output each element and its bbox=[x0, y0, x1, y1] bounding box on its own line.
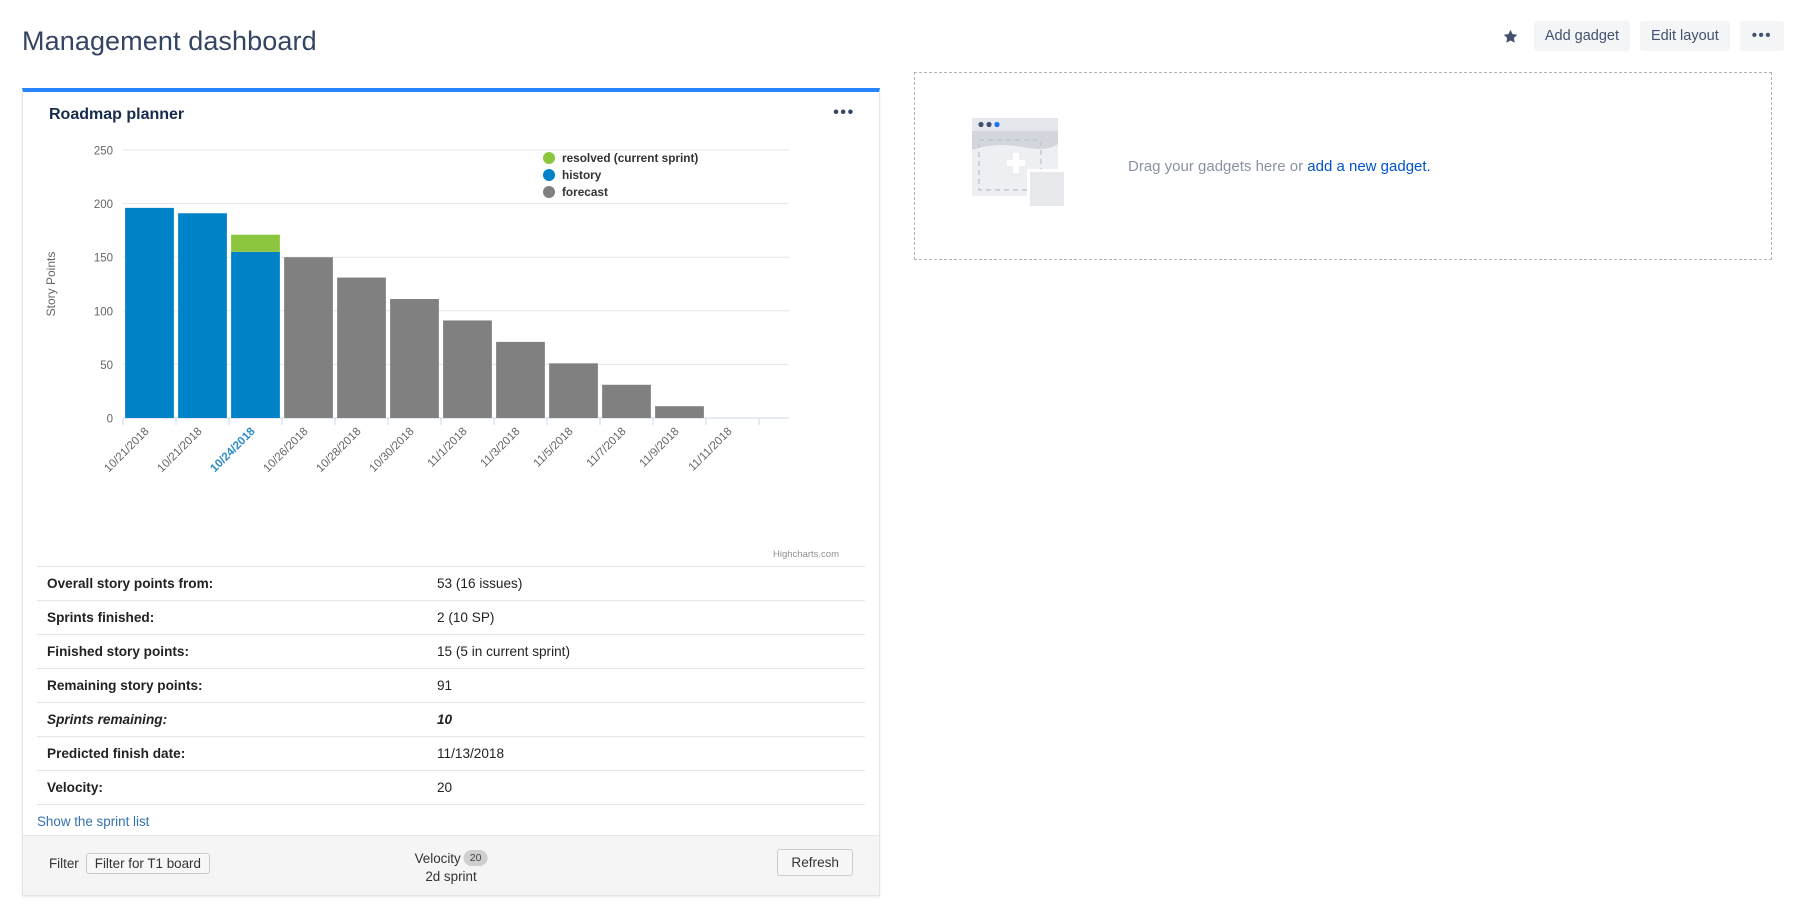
bar-forecast[interactable] bbox=[655, 406, 704, 418]
x-axis-tick-label: 11/11/2018 bbox=[687, 426, 735, 474]
stat-label: Sprints finished: bbox=[37, 601, 427, 635]
roadmap-planner-gadget: Roadmap planner ••• 0 50 100 150 200 250 Story… bbox=[22, 88, 880, 896]
highcharts-credit[interactable]: Highcharts.com bbox=[773, 549, 839, 560]
legend-label[interactable]: resolved (current sprint) bbox=[562, 151, 698, 165]
y-axis-tick-label: 50 bbox=[100, 360, 113, 372]
legend-label[interactable]: forecast bbox=[562, 185, 608, 199]
y-axis-tick-label: 200 bbox=[94, 199, 113, 211]
filter-group: Filter Filter for T1 board bbox=[49, 853, 210, 874]
star-icon[interactable] bbox=[1498, 23, 1524, 49]
bar-forecast[interactable] bbox=[284, 257, 333, 418]
stat-label: Finished story points: bbox=[37, 635, 427, 669]
dropzone-text: Drag your gadgets here or add a new gadg… bbox=[1128, 158, 1431, 175]
velocity-badge: 20 bbox=[464, 850, 488, 866]
x-axis-tick-label: 10/21/2018 bbox=[102, 426, 151, 475]
legend-swatch bbox=[543, 169, 555, 181]
header-actions: Add gadget Edit layout ••• bbox=[1498, 21, 1784, 51]
stat-value: 10 bbox=[427, 703, 865, 737]
velocity-group: Velocity20 2d sprint bbox=[415, 850, 488, 886]
bar-forecast[interactable] bbox=[390, 299, 439, 418]
roadmap-chart: 050100150200250Story Points10/21/201810/… bbox=[35, 136, 867, 566]
bar-forecast[interactable] bbox=[549, 363, 598, 418]
table-row: Remaining story points:91 bbox=[37, 669, 865, 703]
sprint-length-label: 2d sprint bbox=[415, 868, 488, 886]
table-row: Sprints finished:2 (10 SP) bbox=[37, 601, 865, 635]
page-title: Management dashboard bbox=[22, 26, 317, 57]
bar-forecast[interactable] bbox=[496, 342, 545, 418]
legend-label[interactable]: history bbox=[562, 168, 602, 182]
table-row: Velocity:20 bbox=[37, 771, 865, 805]
x-axis-tick-label: 11/1/2018 bbox=[426, 426, 470, 470]
x-axis-tick-label: 11/3/2018 bbox=[479, 426, 523, 470]
gadget-dropzone[interactable]: Drag your gadgets here or add a new gadg… bbox=[914, 72, 1772, 260]
y-axis-tick-label: 150 bbox=[94, 253, 113, 265]
edit-layout-button[interactable]: Edit layout bbox=[1640, 21, 1730, 51]
show-sprint-list-link[interactable]: Show the sprint list bbox=[37, 814, 149, 829]
y-axis-title: Story Points bbox=[44, 252, 58, 317]
table-row: Finished story points:15 (5 in current s… bbox=[37, 635, 865, 669]
x-axis-tick-label: 10/24/2018 bbox=[208, 425, 258, 475]
gadget-title: Roadmap planner bbox=[49, 106, 184, 124]
sprint-list-row: Show the sprint list bbox=[23, 805, 879, 835]
dashboard-more-actions-button[interactable]: ••• bbox=[1740, 21, 1784, 51]
velocity-line: Velocity20 bbox=[415, 850, 488, 868]
stat-value: 91 bbox=[427, 669, 865, 703]
y-axis-tick-label: 0 bbox=[107, 414, 113, 426]
bar-history[interactable] bbox=[231, 252, 280, 418]
x-axis-tick-label: 10/21/2018 bbox=[155, 426, 204, 475]
filter-value-pill[interactable]: Filter for T1 board bbox=[86, 853, 210, 874]
stat-label: Velocity: bbox=[37, 771, 427, 805]
bar-resolved[interactable] bbox=[231, 235, 280, 252]
stat-value: 15 (5 in current sprint) bbox=[427, 635, 865, 669]
gadget-header: Roadmap planner ••• bbox=[23, 92, 879, 136]
statistics-table: Overall story points from:53 (16 issues)… bbox=[37, 566, 865, 805]
table-row: Sprints remaining:10 bbox=[37, 703, 865, 737]
bar-forecast[interactable] bbox=[443, 320, 492, 418]
stat-value: 20 bbox=[427, 771, 865, 805]
stat-label: Remaining story points: bbox=[37, 669, 427, 703]
roadmap-chart-svg: 050100150200250Story Points10/21/201810/… bbox=[35, 136, 869, 554]
stat-value: 2 (10 SP) bbox=[427, 601, 865, 635]
stat-label: Predicted finish date: bbox=[37, 737, 427, 771]
y-axis-tick-label: 250 bbox=[94, 146, 113, 158]
x-axis-tick-label: 10/28/2018 bbox=[314, 426, 363, 475]
y-axis-tick-label: 100 bbox=[94, 306, 113, 318]
gadget-footer: Filter Filter for T1 board Velocity20 2d… bbox=[23, 835, 879, 895]
legend-swatch bbox=[543, 186, 555, 198]
empty-gadget-illustration-icon bbox=[970, 114, 1080, 219]
x-axis-tick-label: 11/9/2018 bbox=[638, 426, 682, 470]
x-axis-tick-label: 11/5/2018 bbox=[532, 426, 576, 470]
gadget-menu-icon[interactable]: ••• bbox=[831, 101, 857, 125]
dashboard-body: Roadmap planner ••• 0 50 100 150 200 250 Story… bbox=[0, 72, 1802, 922]
x-axis-tick-label: 10/30/2018 bbox=[367, 426, 416, 475]
velocity-label: Velocity bbox=[415, 851, 461, 866]
page-header: Management dashboard Add gadget Edit lay… bbox=[0, 0, 1802, 72]
stat-label: Sprints remaining: bbox=[37, 703, 427, 737]
legend-swatch bbox=[543, 152, 555, 164]
stat-value: 11/13/2018 bbox=[427, 737, 865, 771]
bar-history[interactable] bbox=[125, 208, 174, 418]
stat-label: Overall story points from: bbox=[37, 567, 427, 601]
add-gadget-button[interactable]: Add gadget bbox=[1534, 21, 1630, 51]
add-new-gadget-link[interactable]: add a new gadget. bbox=[1307, 158, 1430, 175]
bar-forecast[interactable] bbox=[337, 278, 386, 418]
filter-label: Filter bbox=[49, 856, 79, 871]
table-row: Predicted finish date:11/13/2018 bbox=[37, 737, 865, 771]
x-axis-tick-label: 11/7/2018 bbox=[585, 426, 629, 470]
stat-value: 53 (16 issues) bbox=[427, 567, 865, 601]
refresh-button[interactable]: Refresh bbox=[777, 849, 853, 876]
bar-history[interactable] bbox=[178, 213, 227, 418]
bar-forecast[interactable] bbox=[602, 385, 651, 418]
dropzone-text-prefix: Drag your gadgets here or bbox=[1128, 158, 1307, 175]
table-row: Overall story points from:53 (16 issues) bbox=[37, 567, 865, 601]
x-axis-tick-label: 10/26/2018 bbox=[261, 426, 310, 475]
